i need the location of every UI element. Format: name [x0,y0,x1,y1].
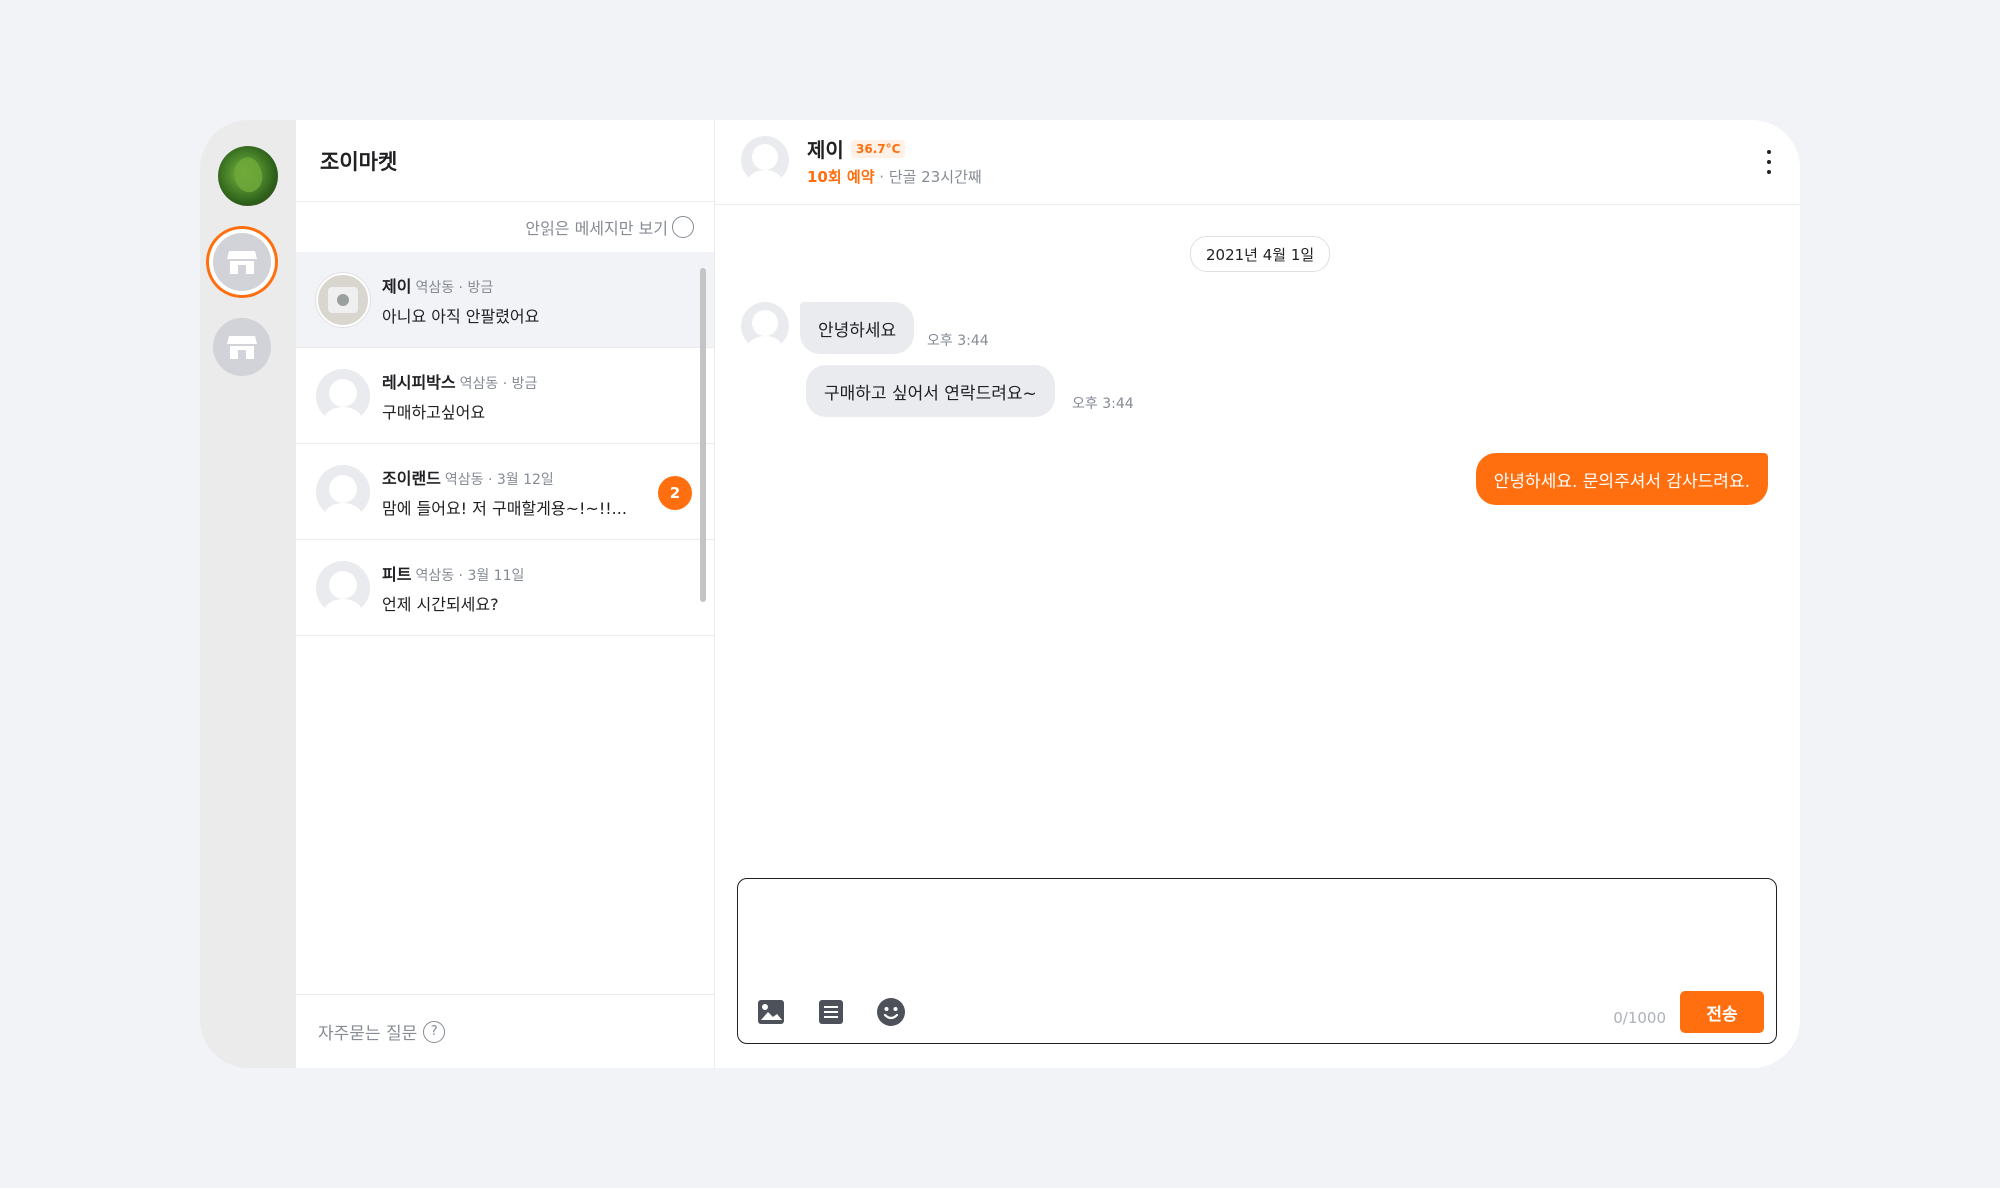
composer-tools [756,997,906,1027]
unread-filter-label: 안읽은 메세지만 보기 [525,219,668,238]
avatar [316,464,370,519]
chat-preview: 맘에 들어요! 저 구매할게용~!~!!... [382,498,627,518]
chat-list-item[interactable]: 피트 역삼동 · 3월 11일 언제 시간되세요? [296,540,714,636]
avatar [316,368,370,423]
send-button[interactable]: 전송 [1680,991,1764,1033]
chat-meta: 역삼동 · 3월 12일 [444,471,554,488]
faq-label: 자주묻는 질문 [318,1024,418,1044]
faq-link[interactable]: 자주묻는 질문 ? [296,994,714,1068]
chat-preview: 언제 시간되세요? [382,594,499,614]
chat-list-panel: 조이마켓 안읽은 메세지만 보기 제이 역삼동 · 방금 아니요 아직 안팔렸어요… [296,120,715,1068]
unread-filter-radio[interactable] [672,216,694,238]
conversation-panel: 제이 36.7°C 10회 예약 · 단골 23시간째 2021년 4월 1일 … [715,120,1800,1068]
store-title: 조이마켓 [320,149,398,174]
message-composer[interactable]: 0/1000 전송 [737,878,1777,1044]
message-bubble-peer: 안녕하세요 [800,302,915,354]
reservation-count: 10회 예약 [807,168,875,186]
store-switch-active[interactable] [213,233,271,291]
char-counter: 0/1000 [1613,1009,1666,1027]
peer-info: 10회 예약 · 단골 23시간째 [807,166,982,187]
help-icon: ? [423,1020,446,1043]
template-message-icon[interactable] [816,997,846,1027]
peer-avatar[interactable] [741,136,789,184]
message-avatar [741,302,789,350]
chat-name: 레시피박스 [382,372,456,392]
chat-list-item[interactable]: 조이랜드 역삼동 · 3월 12일 맘에 들어요! 저 구매할게용~!~!!...… [296,444,714,540]
chat-meta: 역삼동 · 방금 [459,375,538,392]
chat-name: 제이 [382,276,412,296]
message-bubble-peer: 구매하고 싶어서 연락드려요~ [806,365,1055,417]
store-switch[interactable] [213,318,271,376]
chat-preview: 아니요 아직 안팔렸어요 [382,306,540,326]
message-bubble-me: 안녕하세요. 문의주셔서 감사드려요. [1475,453,1768,505]
date-divider: 2021년 4월 1일 [1190,236,1331,272]
image-attach-icon[interactable] [756,997,786,1027]
account-rail [200,120,296,1068]
unread-filter[interactable]: 안읽은 메세지만 보기 [296,202,714,252]
chat-list-header: 조이마켓 [296,120,714,202]
peer-name: 제이 [807,138,844,162]
chat-list-scrollbar[interactable] [700,268,706,602]
regular-duration: · 단골 23시간째 [879,168,982,186]
message-time: 오후 3:44 [927,333,989,349]
chat-list-item[interactable]: 제이 역삼동 · 방금 아니요 아직 안팔렸어요 [296,252,714,348]
more-options-icon[interactable] [1766,150,1772,174]
manner-temperature-badge: 36.7°C [851,140,906,158]
avatar [316,560,370,615]
avatar [316,272,370,327]
store-icon [227,251,257,274]
profile-avatar[interactable] [218,146,278,206]
conversation-header: 제이 36.7°C 10회 예약 · 단골 23시간째 [715,120,1800,205]
chat-meta: 역삼동 · 3월 11일 [415,567,525,584]
message-time: 오후 3:44 [1072,396,1134,412]
chat-meta: 역삼동 · 방금 [415,279,494,296]
unread-count-badge: 2 [658,476,692,510]
chat-name: 피트 [382,564,412,584]
chat-app-window: 조이마켓 안읽은 메세지만 보기 제이 역삼동 · 방금 아니요 아직 안팔렸어요… [200,120,1800,1068]
store-icon [227,336,257,359]
chat-preview: 구매하고싶어요 [382,402,486,422]
chat-list-item[interactable]: 레시피박스 역삼동 · 방금 구매하고싶어요 [296,348,714,444]
emoji-icon[interactable] [876,997,906,1027]
chat-name: 조이랜드 [382,468,441,488]
